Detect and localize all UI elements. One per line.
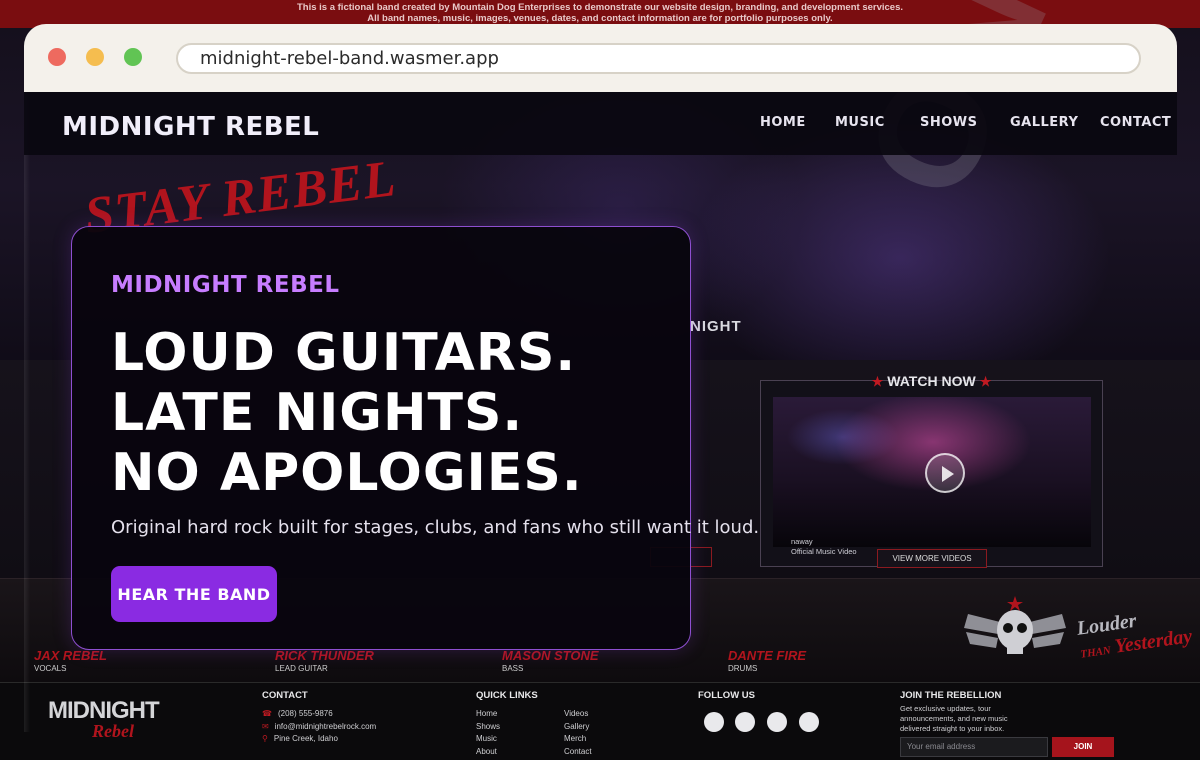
watch-now-panel: ★ WATCH NOW ★ naway Official Music Video V… (760, 373, 1103, 568)
member-card: RICK THUNDER LEAD GUITAR (275, 648, 374, 673)
hero-headline: LOUD GUITARS. LATE NIGHTS. NO APOLOGIES. (111, 323, 583, 503)
winged-skull-icon (964, 596, 1066, 654)
star-icon: ★ (871, 374, 884, 389)
headline-line-1: LOUD GUITARS. (111, 323, 577, 383)
footer-link[interactable]: Videos (564, 708, 592, 721)
spotify-icon[interactable] (799, 712, 819, 732)
maximize-window-icon[interactable] (124, 48, 142, 66)
site-footer: MIDNIGHT Rebel CONTACT ☎ (208) 555-9876 ✉… (0, 682, 1200, 760)
nav-contact[interactable]: CONTACT (1100, 115, 1171, 130)
instagram-icon[interactable] (735, 712, 755, 732)
site-navbar: MIDNIGHT REBEL HOME MUSIC SHOWS GALLERY … (24, 92, 1177, 155)
footer-email[interactable]: info@midnightrebelrock.com (275, 722, 377, 731)
close-window-icon[interactable] (48, 48, 66, 66)
footer-link[interactable]: Merch (564, 733, 592, 746)
nav-gallery[interactable]: GALLERY (1010, 115, 1078, 130)
footer-contact-list: ☎ (208) 555-9876 ✉ info@midnightrebelrock.… (262, 708, 376, 746)
member-card: MASON STONE BASS (502, 648, 599, 673)
browser-window-chrome: midnight-rebel-band.wasmer.app (24, 24, 1177, 92)
address-bar[interactable]: midnight-rebel-band.wasmer.app (176, 43, 1141, 74)
view-more-videos-button[interactable]: VIEW MORE VIDEOS (877, 549, 987, 568)
member-card: DANTE FIRE DRUMS (728, 648, 806, 673)
headline-line-3: NO APOLOGIES. (111, 443, 583, 503)
hero-card: MIDNIGHT REBEL LOUD GUITARS. LATE NIGHTS… (71, 226, 759, 650)
browser-frame-edge (24, 92, 30, 732)
footer-link[interactable]: About (476, 746, 500, 759)
footer-link[interactable]: Music (476, 733, 500, 746)
play-icon[interactable] (925, 453, 965, 493)
footer-phone[interactable]: (208) 555-9876 (278, 709, 333, 718)
hero-subtext: Original hard rock built for stages, clu… (111, 517, 760, 538)
nav-home[interactable]: HOME (760, 115, 806, 130)
footer-join-text: Get exclusive updates, tour announcement… (900, 704, 1008, 733)
nav-shows[interactable]: SHOWS (920, 115, 978, 130)
star-icon: ★ (979, 374, 992, 389)
newsletter-email-input[interactable]: Your email address (900, 737, 1048, 757)
footer-quick-links-col-1: Home Shows Music About (476, 708, 500, 758)
footer-link[interactable]: Shows (476, 721, 500, 734)
footer-logo-sub: Rebel (92, 721, 134, 741)
youtube-icon[interactable] (767, 712, 787, 732)
footer-join-title: JOIN THE REBELLION (900, 690, 1002, 701)
minimize-window-icon[interactable] (86, 48, 104, 66)
footer-link[interactable]: Home (476, 708, 500, 721)
location-pin-icon: ⚲ (262, 734, 268, 743)
footer-link[interactable]: Gallery (564, 721, 592, 734)
hear-the-band-button[interactable]: HEAR THE BAND (111, 566, 277, 622)
hero-eyebrow: MIDNIGHT REBEL (111, 272, 340, 298)
drum-kit-logo: NIGHT (690, 318, 742, 335)
footer-location: Pine Creek, Idaho (273, 734, 338, 743)
footer-follow-title: FOLLOW US (698, 690, 755, 701)
footer-contact-title: CONTACT (262, 690, 308, 701)
video-caption: naway Official Music Video (791, 537, 857, 556)
watch-now-title: ★ WATCH NOW ★ (871, 373, 992, 389)
footer-quick-links-col-2: Videos Gallery Merch Contact (564, 708, 592, 758)
footer-link[interactable]: Contact (564, 746, 592, 759)
mail-icon: ✉ (262, 721, 269, 731)
footer-quick-links-title: QUICK LINKS (476, 690, 538, 701)
join-button[interactable]: JOIN (1052, 737, 1114, 757)
phone-icon: ☎ (262, 709, 272, 718)
nav-music[interactable]: MUSIC (835, 115, 885, 130)
headline-line-2: LATE NIGHTS. (111, 383, 524, 443)
member-card: JAX REBEL VOCALS (34, 648, 107, 673)
site-brand[interactable]: MIDNIGHT REBEL (62, 112, 319, 142)
facebook-icon[interactable] (704, 712, 724, 732)
